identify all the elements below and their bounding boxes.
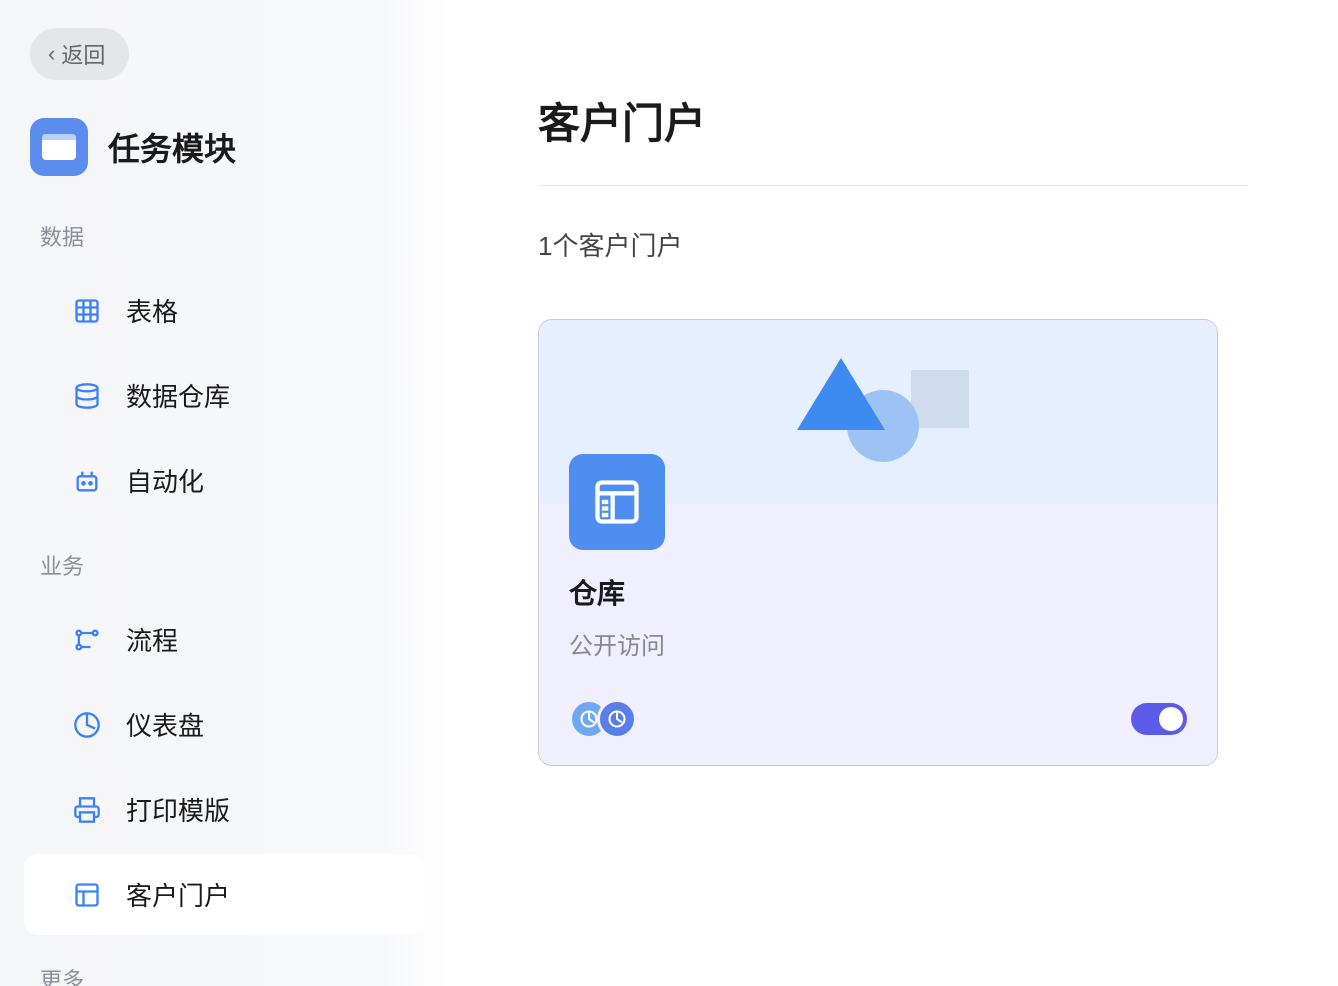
sidebar-item-label: 表格 xyxy=(126,292,178,329)
portal-title: 仓库 xyxy=(569,572,1187,612)
back-button[interactable]: ‹ 返回 xyxy=(30,28,129,80)
sidebar-item-automation[interactable]: 自动化 xyxy=(24,440,424,521)
module-header: 任务模块 xyxy=(0,80,448,196)
toggle-knob xyxy=(1159,707,1183,731)
grid-icon xyxy=(72,296,102,326)
database-icon xyxy=(72,381,102,411)
sidebar-item-print-template[interactable]: 打印模版 xyxy=(24,769,424,850)
flow-icon xyxy=(72,625,102,655)
module-icon xyxy=(30,118,88,176)
sidebar-item-label: 流程 xyxy=(126,621,178,658)
section-label-data: 数据 xyxy=(0,196,448,266)
main-content: 客户门户 1个客户门户 仓库 公开访问 xyxy=(448,0,1338,986)
dashboard-icon xyxy=(72,710,102,740)
portal-subtitle: 公开访问 xyxy=(569,626,1187,661)
portal-enable-toggle[interactable] xyxy=(1131,703,1187,735)
chevron-left-icon: ‹ xyxy=(48,43,55,65)
shape-triangle-icon xyxy=(797,358,885,430)
page-title: 客户门户 xyxy=(538,90,1248,186)
section-label-business: 业务 xyxy=(0,525,448,595)
sidebar-item-label: 仪表盘 xyxy=(126,706,204,743)
sidebar-item-label: 自动化 xyxy=(126,462,204,499)
sidebar-item-label: 打印模版 xyxy=(126,791,230,828)
sidebar-item-customer-portal[interactable]: 客户门户 xyxy=(24,854,424,935)
pie-chart-icon xyxy=(597,699,637,739)
automation-icon xyxy=(72,466,102,496)
card-footer xyxy=(569,699,1187,739)
printer-icon xyxy=(72,795,102,825)
sidebar-item-dashboards[interactable]: 仪表盘 xyxy=(24,684,424,765)
sidebar-item-label: 客户门户 xyxy=(126,876,230,913)
sidebar-item-label: 数据仓库 xyxy=(126,377,230,414)
sidebar-item-data-warehouse[interactable]: 数据仓库 xyxy=(24,355,424,436)
sidebar: ‹ 返回 任务模块 数据 表格 数据仓库 自动化 业务 流程 xyxy=(0,0,448,986)
module-title: 任务模块 xyxy=(108,124,236,170)
dashboard-badges xyxy=(569,699,637,739)
shape-square-icon xyxy=(911,370,969,428)
section-label-more: 更多 xyxy=(0,939,448,986)
card-illustration xyxy=(539,320,1217,504)
back-button-label: 返回 xyxy=(61,38,105,70)
sidebar-item-workflow[interactable]: 流程 xyxy=(24,599,424,680)
portal-app-icon xyxy=(569,454,665,550)
portal-count: 1个客户门户 xyxy=(538,226,1248,263)
portal-card[interactable]: 仓库 公开访问 xyxy=(538,319,1218,766)
portal-icon xyxy=(72,880,102,910)
sidebar-item-tables[interactable]: 表格 xyxy=(24,270,424,351)
